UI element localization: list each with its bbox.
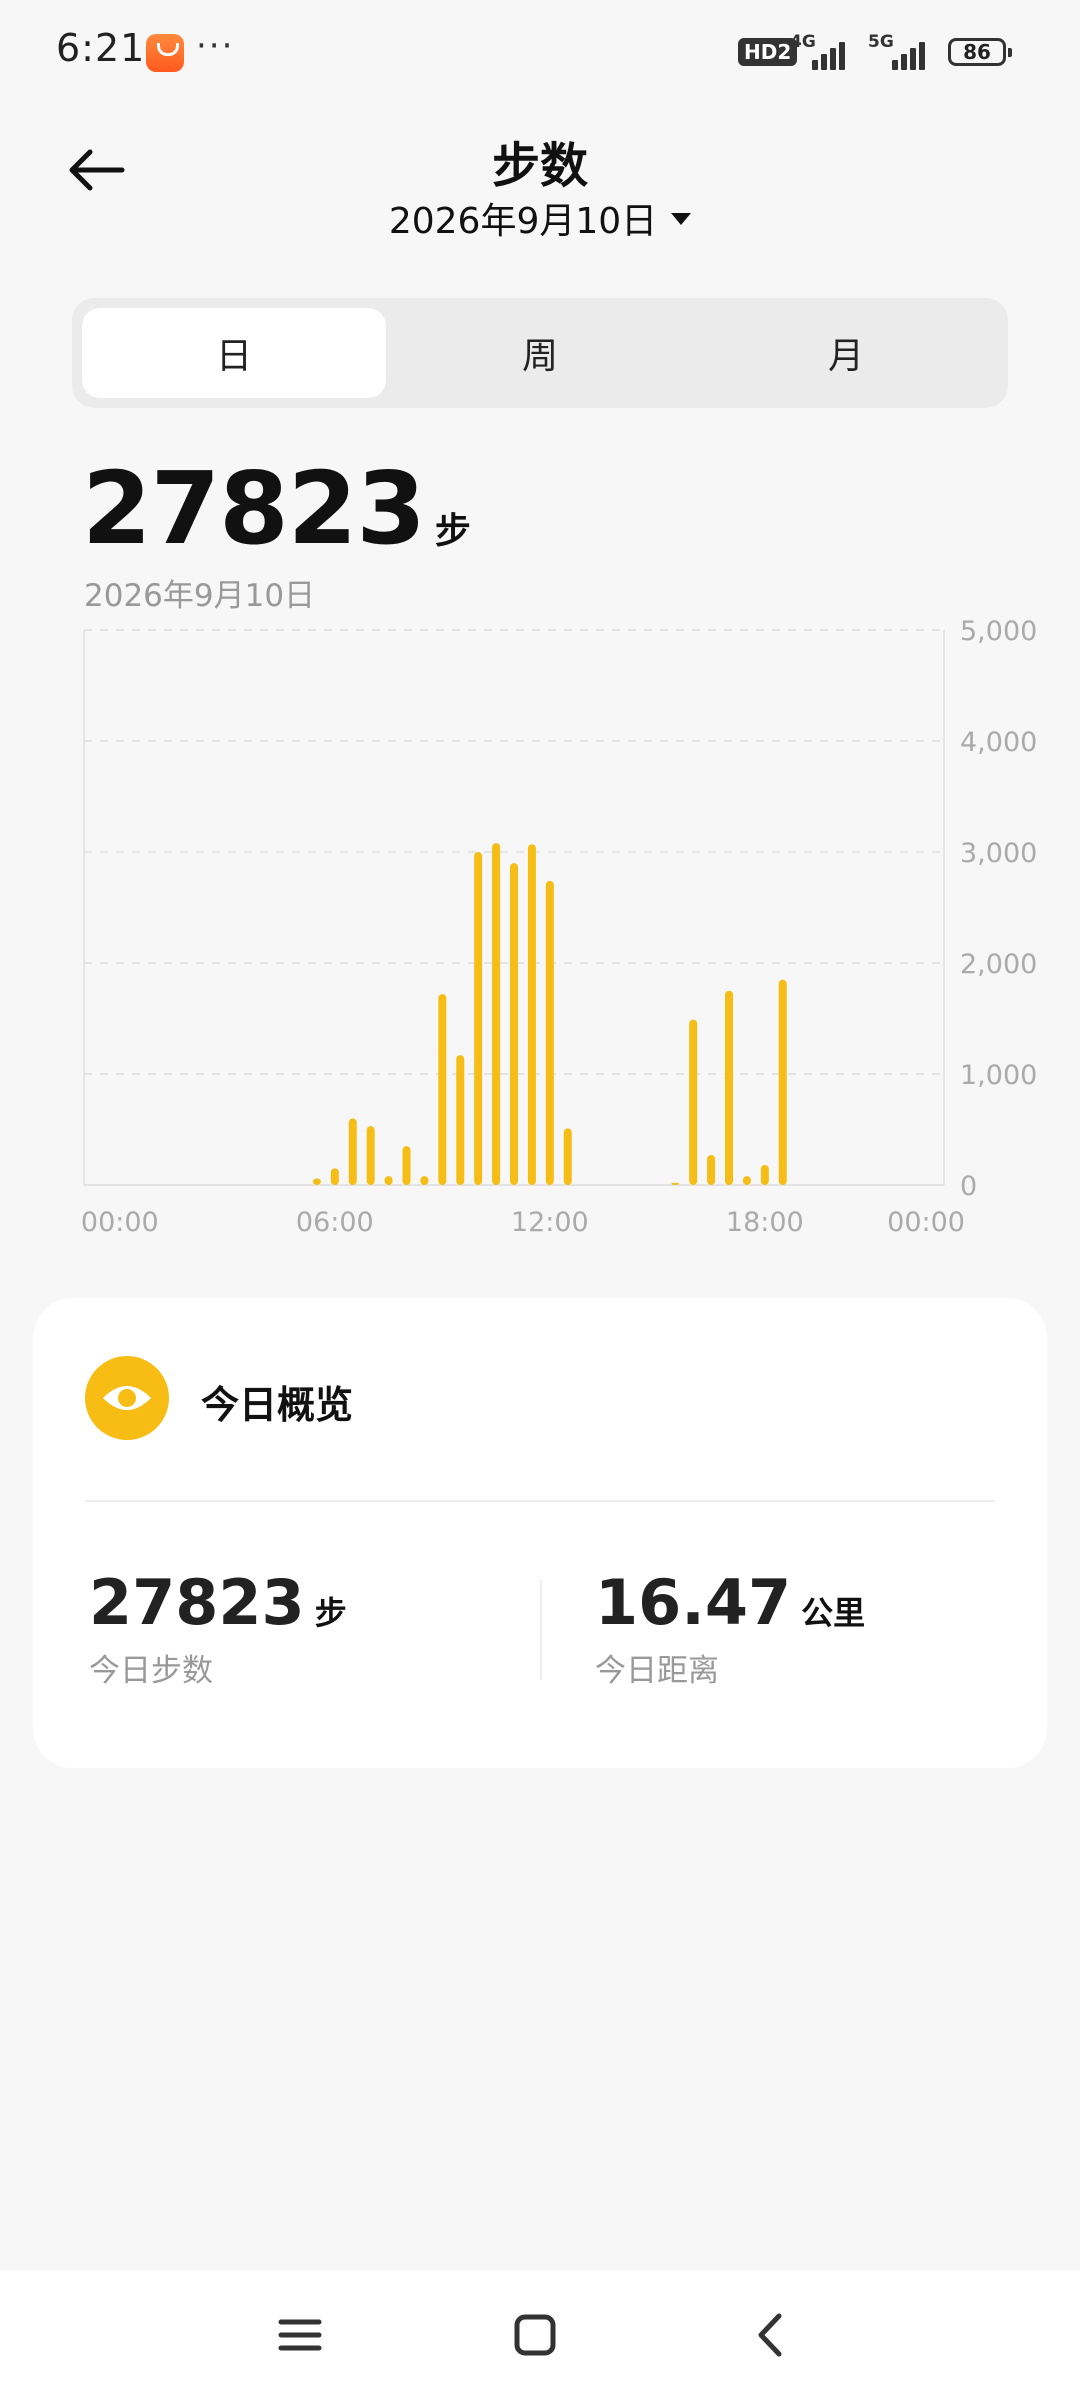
- shopping-bag-icon: [146, 34, 184, 72]
- network-type-4g: 4G: [790, 32, 816, 52]
- tab-day[interactable]: 日: [82, 308, 386, 398]
- y-tick-label: 0: [960, 1171, 977, 1202]
- chart-bar: [438, 994, 447, 1185]
- status-more-icon: ···: [196, 26, 235, 66]
- chart-bar: [725, 990, 733, 1185]
- x-tick-label: 18:00: [726, 1207, 804, 1238]
- menu-icon[interactable]: [265, 2300, 335, 2370]
- metric-steps-value: 27823: [89, 1566, 305, 1639]
- chart-bar: [330, 1168, 339, 1185]
- metric-distance-value: 16.47: [595, 1566, 792, 1639]
- metric-distance-label: 今日距离: [595, 1653, 719, 1689]
- y-tick-label: 5,000: [960, 616, 1037, 647]
- y-tick-label: 1,000: [960, 1060, 1037, 1091]
- eye-icon: [85, 1356, 169, 1440]
- overview-card: 今日概览 27823 步 今日步数 16.47 公里 今日距离: [33, 1298, 1047, 1768]
- metric-distance: 16.47 公里 今日距离: [595, 1566, 865, 1690]
- chart-bar: [689, 1019, 698, 1185]
- metric-distance-unit: 公里: [801, 1594, 866, 1632]
- home-icon[interactable]: [500, 2300, 570, 2370]
- chart-bar: [420, 1176, 429, 1185]
- total-steps: 27823 步: [82, 450, 471, 567]
- chart-bar: [510, 863, 518, 1185]
- y-tick-label: 3,000: [960, 838, 1037, 869]
- tab-month[interactable]: 月: [694, 308, 998, 398]
- battery-icon: 86: [948, 38, 1012, 66]
- chart-bar: [707, 1155, 716, 1185]
- x-tick-label: 00:00: [887, 1207, 965, 1238]
- chart-bar: [527, 844, 536, 1185]
- chart-bar: [760, 1165, 769, 1185]
- date-picker-label: 2026年9月10日: [388, 201, 658, 242]
- chart-bar: [456, 1055, 465, 1185]
- total-steps-unit: 步: [434, 511, 471, 552]
- x-tick-label: 00:00: [81, 1207, 159, 1238]
- signal-5g-icon: 5G: [868, 32, 934, 70]
- chart-bar: [742, 1176, 751, 1185]
- metric-divider: [540, 1580, 542, 1680]
- x-tick-label: 06:00: [296, 1207, 374, 1238]
- card-divider: [85, 1500, 995, 1502]
- page-title: 步数: [491, 138, 588, 194]
- hd-voice-badge: HD2: [738, 38, 798, 66]
- overview-title: 今日概览: [201, 1383, 354, 1427]
- metric-steps: 27823 步 今日步数: [89, 1566, 347, 1690]
- chart-bar: [348, 1118, 357, 1185]
- y-tick-label: 4,000: [960, 727, 1037, 758]
- caret-down-icon: [671, 213, 692, 225]
- chart-bar: [778, 979, 787, 1185]
- metric-steps-label: 今日步数: [89, 1653, 213, 1689]
- period-tabs: 日 周 月: [72, 298, 1008, 408]
- chart-bar: [366, 1126, 375, 1185]
- signal-4g-icon: 4G: [790, 32, 850, 70]
- tab-week[interactable]: 周: [388, 308, 692, 398]
- chart-bar: [492, 843, 501, 1185]
- system-nav-bar: [0, 2270, 1080, 2400]
- back-icon[interactable]: [735, 2300, 805, 2370]
- date-picker[interactable]: 2026年9月10日: [0, 192, 1080, 244]
- steps-bar-chart: 0 1,000 2,000 3,000 4,000 5,000 00:00 06:00 12:0…: [81, 616, 1037, 1238]
- status-bar: 6:21 ··· HD2 4G 5G 86: [0, 0, 1080, 110]
- status-time: 6:21: [56, 26, 146, 70]
- chart-bar: [671, 1182, 680, 1185]
- chart-bar: [474, 852, 483, 1185]
- chart-bar: [312, 1178, 321, 1185]
- battery-level: 86: [963, 40, 991, 64]
- total-steps-value: 27823: [82, 450, 426, 567]
- chart-bar: [384, 1176, 393, 1185]
- chart-bar: [402, 1146, 411, 1185]
- chart-bar: [545, 880, 554, 1185]
- x-tick-label: 12:00: [511, 1207, 589, 1238]
- network-type-5g: 5G: [868, 32, 894, 52]
- chart-bar: [563, 1128, 572, 1185]
- y-tick-label: 2,000: [960, 949, 1037, 980]
- metric-steps-unit: 步: [314, 1594, 347, 1632]
